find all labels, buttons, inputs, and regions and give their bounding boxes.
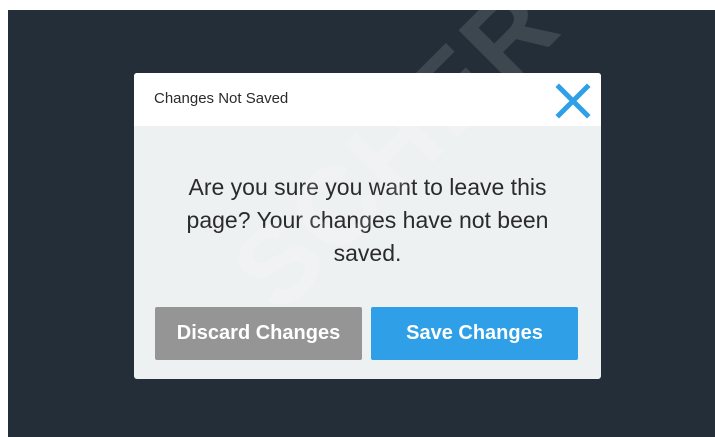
dialog-message: Are you sure you want to leave this page… — [186, 174, 549, 266]
dialog-header: Changes Not Saved — [134, 73, 601, 126]
close-icon — [555, 83, 591, 119]
unsaved-changes-dialog: Changes Not Saved Are you sure you want … — [134, 73, 601, 379]
screen-backdrop: Changes Not Saved Are you sure you want … — [8, 10, 715, 437]
close-button[interactable] — [554, 82, 592, 120]
dialog-title: Changes Not Saved — [154, 90, 289, 107]
discard-changes-button[interactable]: Discard Changes — [155, 307, 362, 360]
save-changes-button[interactable]: Save Changes — [371, 307, 578, 360]
